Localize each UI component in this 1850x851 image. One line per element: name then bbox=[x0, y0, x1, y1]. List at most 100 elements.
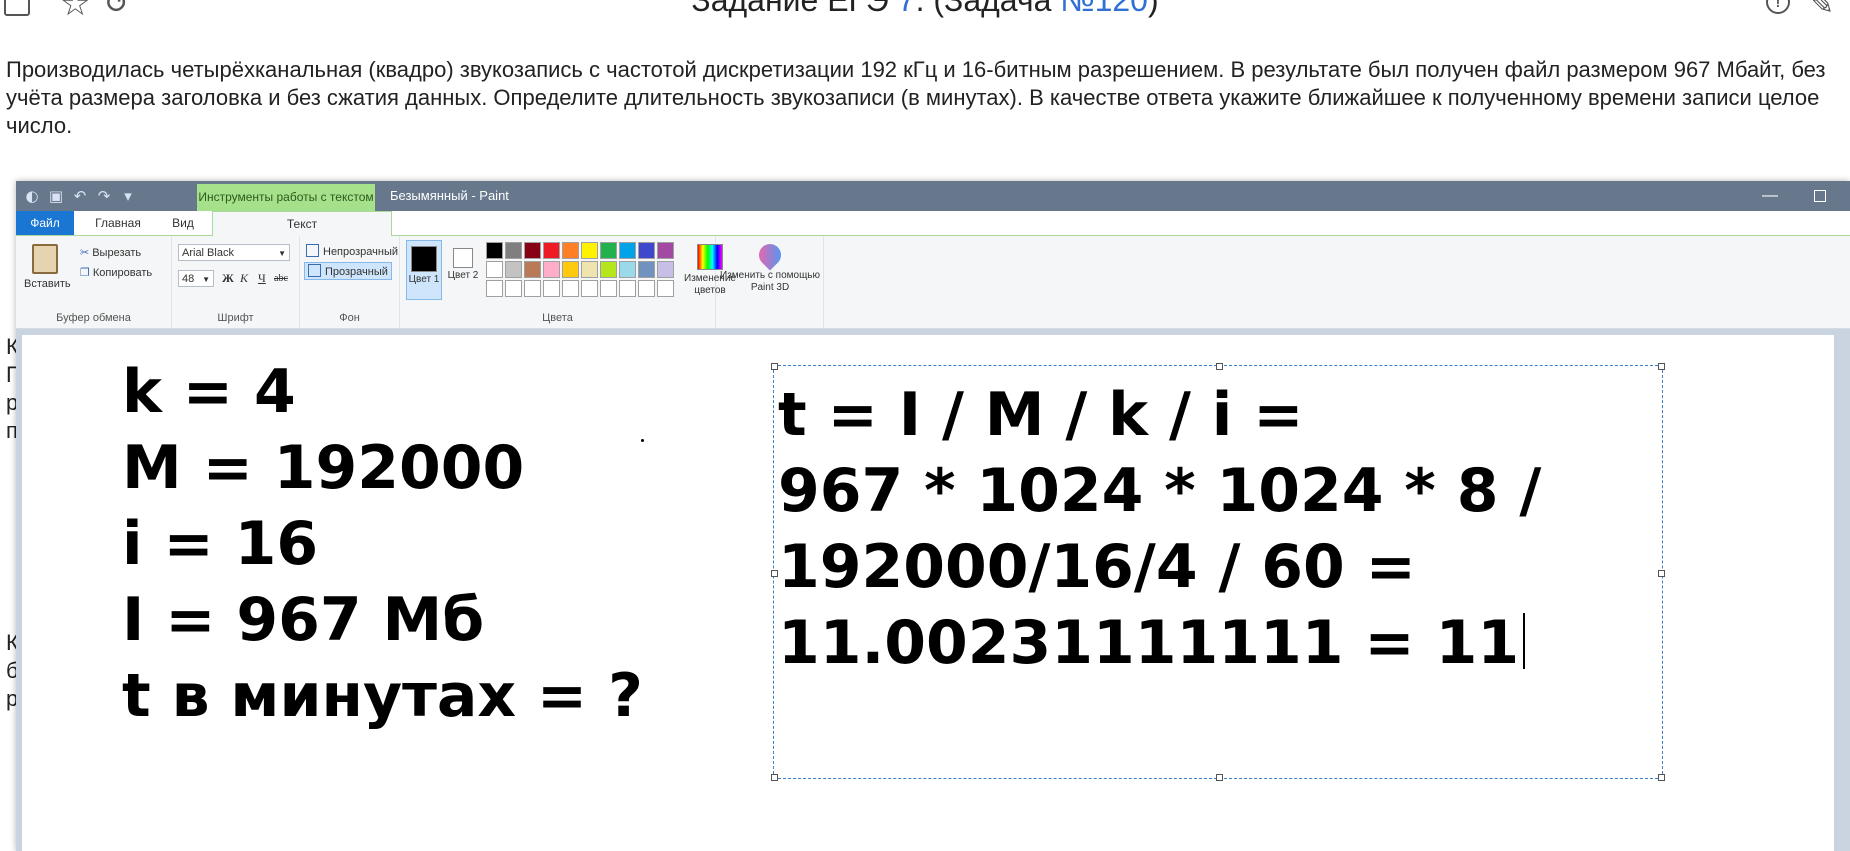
palette-swatch[interactable] bbox=[562, 280, 579, 297]
window-title: Безымянный - Paint bbox=[390, 188, 509, 203]
font-size-select[interactable]: 48 ▼ bbox=[178, 270, 214, 287]
font-group-label: Шрифт bbox=[217, 312, 254, 324]
palette-swatch[interactable] bbox=[600, 242, 617, 259]
edit-icon[interactable]: ✎ bbox=[1811, 0, 1834, 21]
task-type-link[interactable]: 7 bbox=[898, 0, 916, 18]
transparent-button[interactable]: Прозрачный bbox=[304, 262, 392, 280]
palette-swatch[interactable] bbox=[524, 261, 541, 278]
result-text: 11.00231111111 = 11 bbox=[778, 608, 1520, 678]
chevron-down-icon: ▼ bbox=[278, 249, 286, 258]
canvas-text-line: i = 16 bbox=[122, 509, 319, 579]
resize-handle[interactable] bbox=[1658, 570, 1665, 577]
palette-swatch[interactable] bbox=[581, 261, 598, 278]
cut-label: Вырезать bbox=[92, 247, 142, 259]
text-cursor bbox=[1523, 613, 1526, 669]
tab-home[interactable]: Главная bbox=[82, 211, 154, 235]
palette-swatch[interactable] bbox=[524, 242, 541, 259]
font-size-value: 48 bbox=[182, 273, 195, 285]
paint3d-group: Изменить с помощью Paint 3D bbox=[716, 236, 824, 328]
palette-swatch[interactable] bbox=[543, 280, 560, 297]
paste-icon[interactable] bbox=[32, 244, 58, 274]
maximize-button[interactable] bbox=[1814, 190, 1826, 202]
font-group: Arial Black ▼ 48 ▼ Ж К Ч abc Шрифт bbox=[172, 236, 300, 328]
bold-button[interactable]: Ж bbox=[222, 271, 234, 286]
underline-button[interactable]: Ч bbox=[258, 271, 266, 286]
palette-swatch[interactable] bbox=[619, 280, 636, 297]
canvas-area: k = 4 M = 192000 i = 16 I = 967 Мб t в м… bbox=[16, 329, 1850, 851]
opaque-button[interactable]: Непрозрачный bbox=[306, 244, 398, 258]
task-number-link[interactable]: №120 bbox=[1060, 0, 1148, 18]
palette-swatch[interactable] bbox=[543, 242, 560, 259]
copy-icon: ❐ bbox=[80, 266, 90, 279]
canvas-text-line: 192000/16/4 / 60 = bbox=[778, 532, 1416, 602]
italic-button[interactable]: К bbox=[240, 271, 248, 286]
color1-button[interactable]: Цвет 1 bbox=[406, 240, 442, 300]
resize-handle[interactable] bbox=[1216, 774, 1223, 781]
paint-app-icon[interactable]: ◐ bbox=[24, 187, 40, 205]
text-tools-context-tab: Инструменты работы с текстом bbox=[197, 184, 375, 211]
title-suffix: ) bbox=[1147, 0, 1159, 18]
color1-swatch bbox=[411, 246, 437, 272]
font-family-select[interactable]: Arial Black ▼ bbox=[178, 244, 290, 261]
background-group-label: Фон bbox=[339, 312, 360, 324]
title-prefix: Задание ЕГЭ bbox=[691, 0, 898, 18]
paint3d-button[interactable]: Изменить с помощью Paint 3D bbox=[720, 239, 820, 294]
palette-swatch[interactable] bbox=[657, 261, 674, 278]
canvas-text-line: 11.00231111111 = 11 bbox=[778, 608, 1526, 678]
palette-swatch[interactable] bbox=[543, 261, 560, 278]
scissors-icon: ✂ bbox=[80, 246, 90, 259]
cut-button[interactable]: ✂ Вырезать bbox=[80, 246, 141, 259]
redo-icon[interactable]: ↷ bbox=[96, 187, 112, 205]
palette-swatch[interactable] bbox=[581, 242, 598, 259]
strikethrough-button[interactable]: abc bbox=[274, 273, 288, 284]
paint-window: ◐ ▣ ↶ ↷ ▾ Инструменты работы с текстом Б… bbox=[16, 181, 1850, 851]
palette-swatch[interactable] bbox=[638, 242, 655, 259]
drawing-canvas[interactable]: k = 4 M = 192000 i = 16 I = 967 Мб t в м… bbox=[22, 335, 1834, 851]
palette-swatch[interactable] bbox=[638, 261, 655, 278]
paste-button[interactable]: Вставить bbox=[24, 278, 71, 290]
tab-file[interactable]: Файл bbox=[16, 211, 74, 235]
palette-swatch[interactable] bbox=[524, 280, 541, 297]
palette-swatch[interactable] bbox=[638, 280, 655, 297]
copy-label: Копировать bbox=[92, 267, 153, 279]
palette-swatch[interactable] bbox=[505, 261, 522, 278]
palette-swatch[interactable] bbox=[562, 242, 579, 259]
clipboard-group-label: Буфер обмена bbox=[56, 312, 131, 324]
palette-swatch[interactable] bbox=[505, 280, 522, 297]
resize-handle[interactable] bbox=[1658, 363, 1665, 370]
palette-swatch[interactable] bbox=[619, 242, 636, 259]
resize-handle[interactable] bbox=[1658, 774, 1665, 781]
colors-group-label: Цвета bbox=[542, 312, 573, 324]
save-icon[interactable]: ▣ bbox=[48, 187, 64, 205]
palette-swatch[interactable] bbox=[562, 261, 579, 278]
resize-handle[interactable] bbox=[771, 774, 778, 781]
resize-handle[interactable] bbox=[771, 570, 778, 577]
minimize-button[interactable]: — bbox=[1762, 181, 1778, 211]
palette-swatch[interactable] bbox=[657, 280, 674, 297]
title-mid: . (Задача bbox=[915, 0, 1061, 18]
copy-button[interactable]: ❐ Копировать bbox=[80, 266, 152, 279]
ribbon: Вставить ✂ Вырезать ❐ Копировать Буфер обм… bbox=[16, 236, 1850, 329]
palette-swatch[interactable] bbox=[505, 242, 522, 259]
color1-label: Цвет 1 bbox=[408, 274, 440, 285]
palette-swatch[interactable] bbox=[657, 242, 674, 259]
text-box[interactable]: t = I / M / k / i = 967 * 1024 * 1024 * … bbox=[771, 363, 1665, 781]
palette-swatch[interactable] bbox=[600, 261, 617, 278]
palette-swatch[interactable] bbox=[581, 280, 598, 297]
palette-swatch[interactable] bbox=[619, 261, 636, 278]
page-header: ☆ ↺ Задание ЕГЭ 7. (Задача №120) ! ✎ bbox=[0, 0, 1850, 40]
color2-button[interactable]: Цвет 2 bbox=[446, 240, 480, 300]
tab-view[interactable]: Вид bbox=[156, 211, 210, 235]
palette-swatch[interactable] bbox=[486, 261, 503, 278]
resize-handle[interactable] bbox=[771, 363, 778, 370]
canvas-text-line: I = 967 Мб bbox=[122, 585, 485, 655]
paint3d-icon bbox=[754, 239, 786, 271]
palette-swatch[interactable] bbox=[486, 242, 503, 259]
resize-handle[interactable] bbox=[1216, 363, 1223, 370]
palette-swatch[interactable] bbox=[486, 280, 503, 297]
undo-icon[interactable]: ↶ bbox=[72, 187, 88, 205]
tab-text[interactable]: Текст bbox=[212, 211, 392, 236]
customize-dropdown-icon[interactable]: ▾ bbox=[120, 187, 136, 205]
palette-swatch[interactable] bbox=[600, 280, 617, 297]
font-family-value: Arial Black bbox=[182, 247, 234, 259]
